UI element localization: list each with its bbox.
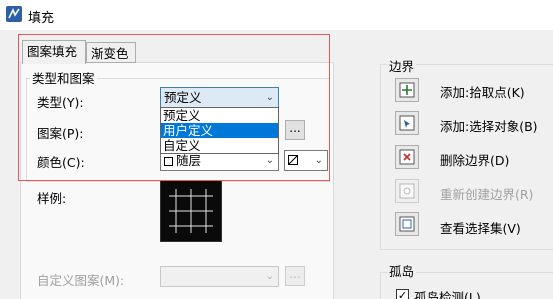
pattern-label: 图案(P): [37,126,84,141]
boundaries-title: 边界 [387,56,417,75]
pick-point-icon[interactable] [395,78,419,102]
pattern-browse-button[interactable]: ... [285,120,305,140]
remove-boundary-icon[interactable] [395,145,419,169]
island-detection-label[interactable]: 孤岛检测(L) [414,287,481,299]
color-combo-value: 随层 [176,153,202,168]
no-fill-icon [288,155,298,165]
chevron-down-icon[interactable]: ⌄ [315,151,323,170]
type-dropdown-list: 预定义 用户定义 自定义 [160,107,279,154]
view-selection-label[interactable]: 查看选择集(V) [440,218,521,237]
type-combo-value: 预定义 [164,90,202,105]
dropdown-option-predefined[interactable]: 预定义 [161,108,278,123]
view-selection-icon[interactable] [395,212,419,236]
title-bar [0,0,553,30]
sample-preview[interactable] [160,180,222,242]
custom-pattern-browse-button[interactable]: ... [285,266,305,286]
chevron-down-icon[interactable]: ⌄ [266,88,274,107]
type-combo[interactable]: 预定义 ⌄ [160,87,279,108]
window-title: 填充 [28,11,55,26]
sample-label: 样例: [37,191,67,206]
chevron-down-icon: ⌄ [265,271,274,282]
recreate-boundary-icon[interactable] [395,179,419,203]
dropdown-option-user-defined[interactable]: 用户定义 [161,123,278,138]
remove-boundary-label[interactable]: 删除边界(D) [440,150,509,169]
background-color-combo[interactable]: ⌄ [284,150,328,171]
dropdown-option-custom[interactable]: 自定义 [161,138,278,153]
custom-pattern-combo[interactable]: ⌄ [160,266,279,287]
type-label: 类型(Y): [37,95,84,110]
island-detection-checkbox[interactable]: ✓ [396,289,409,299]
color-label: 颜色(C): [37,155,85,170]
islands-title: 孤岛 [387,261,417,280]
tab-hatch[interactable]: 图案填充 [22,40,86,64]
custom-pattern-label: 自定义图案(M): [37,273,125,288]
grid-pattern-icon [169,189,213,233]
pick-point-label[interactable]: 添加:拾取点(K) [440,82,525,101]
tab-gradient[interactable]: 渐变色 [86,42,136,63]
color-swatch-icon [164,157,173,166]
recreate-boundary-label[interactable]: 重新创建边界(R) [440,184,533,203]
app-icon [6,6,22,22]
select-objects-label[interactable]: 添加:选择对象(B) [440,116,538,135]
group-title: 类型和图案 [30,68,97,87]
select-objects-icon[interactable] [395,111,419,135]
